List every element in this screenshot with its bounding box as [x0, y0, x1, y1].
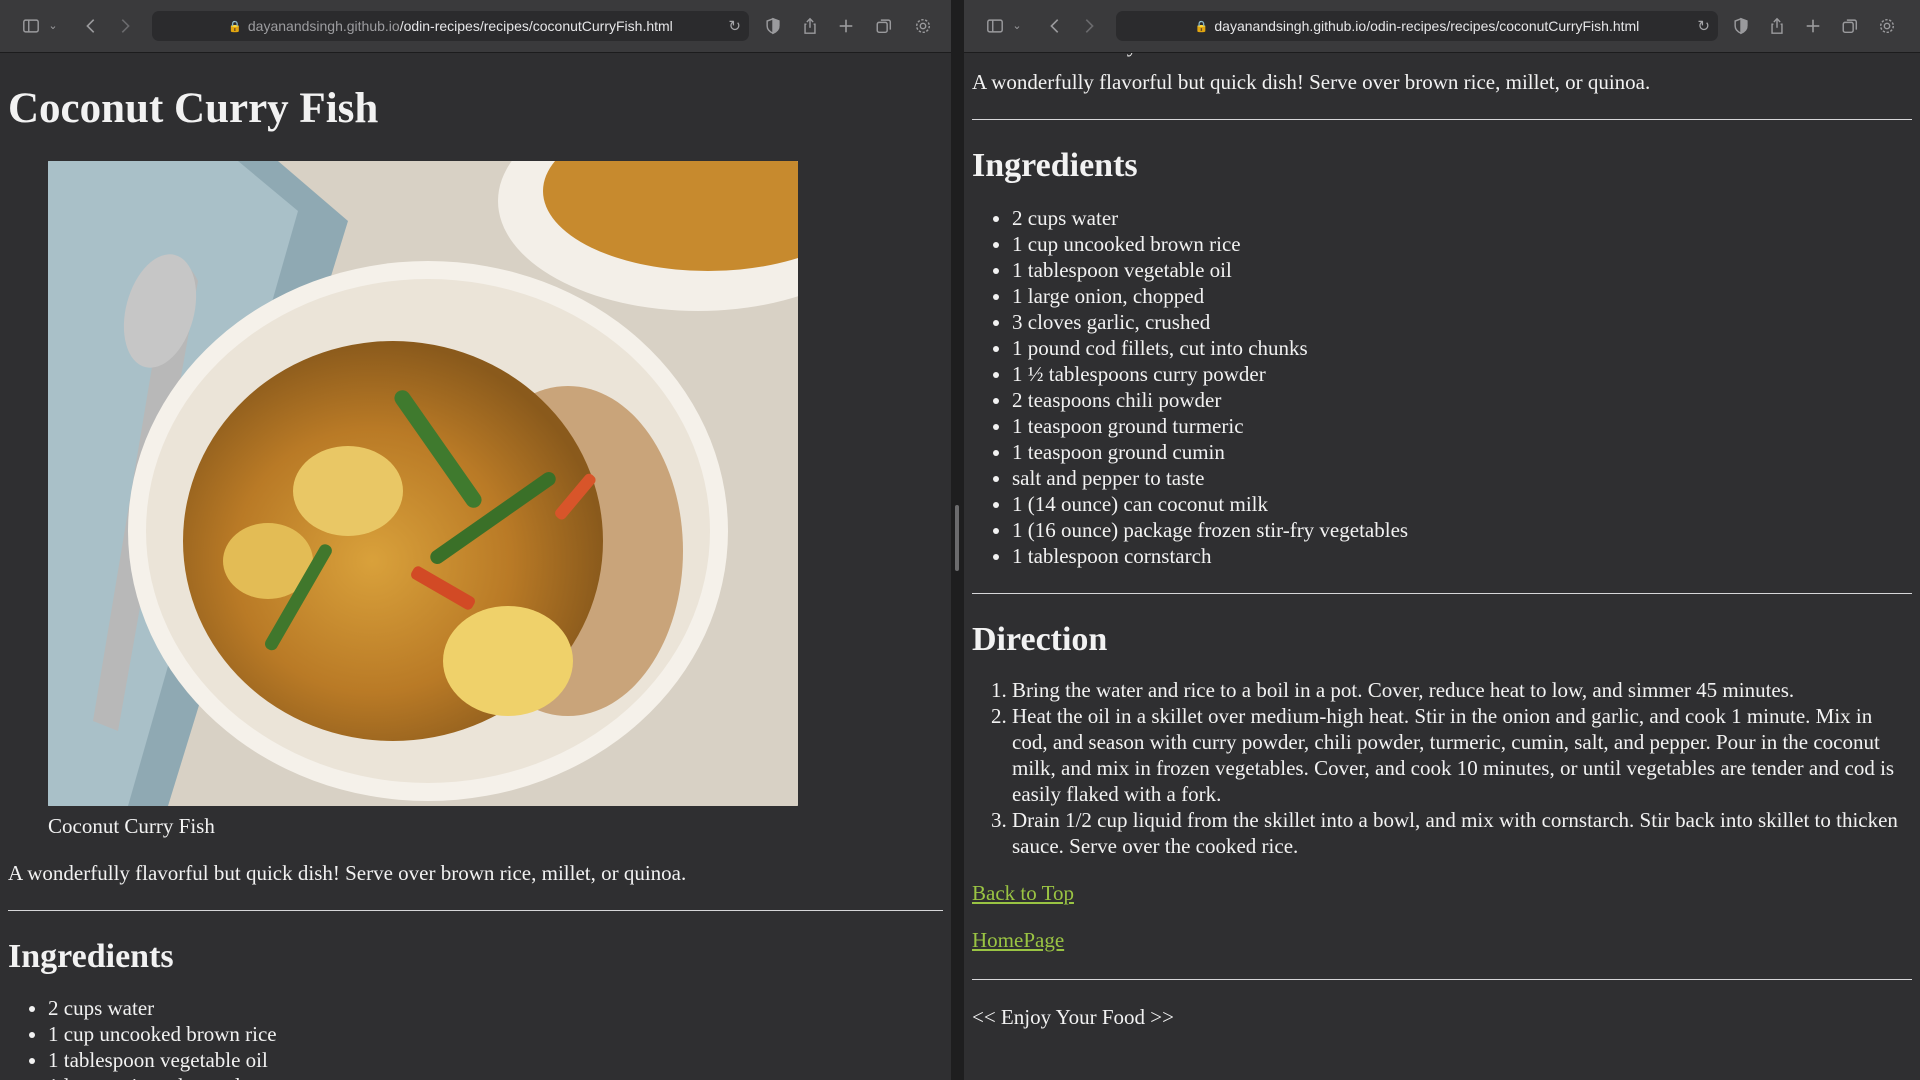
divider [972, 592, 1912, 594]
footer-text: << Enjoy Your Food >> [972, 1004, 1174, 1029]
reload-icon[interactable]: ↻ [1697, 17, 1710, 35]
list-item: 2 cups water [48, 995, 943, 1021]
browser-window-left: ⌄ 🔒 dayanandsingh.github.io/odin-recipes… [0, 0, 951, 1080]
lock-icon: 🔒 [1194, 20, 1209, 33]
ingredients-heading: Ingredients [8, 937, 174, 975]
divider [972, 119, 1912, 120]
back-to-top-link[interactable]: Back to Top [972, 881, 1912, 906]
tabs-overview-icon[interactable] [871, 13, 897, 39]
url-path: /odin-recipes/recipes/coconutCurryFish.h… [1366, 18, 1640, 34]
page-content: Coconut Curry Fish A wonderfully flavorf… [964, 53, 1920, 1080]
shield-icon[interactable] [1728, 13, 1754, 39]
browser-toolbar: ⌄ 🔒 dayanandsingh.github.io/odin-recipes… [964, 0, 1920, 53]
lock-icon: 🔒 [228, 20, 242, 33]
list-item: 3 cloves garlic, crushed [1012, 309, 1912, 335]
list-item: Heat the oil in a skillet over medium-hi… [1012, 703, 1912, 807]
back-icon[interactable] [78, 13, 104, 39]
list-item: 1 (16 ounce) package frozen stir-fry veg… [1012, 517, 1912, 543]
gear-icon[interactable] [910, 13, 936, 39]
list-item: Drain 1/2 cup liquid from the skillet in… [1012, 807, 1912, 859]
browser-toolbar: ⌄ 🔒 dayanandsingh.github.io/odin-recipes… [0, 0, 951, 53]
address-bar[interactable]: 🔒 dayanandsingh.github.io/odin-recipes/r… [152, 11, 749, 41]
list-item: 1 ½ tablespoons curry powder [1012, 361, 1912, 387]
gear-icon[interactable] [1874, 13, 1900, 39]
list-item: 1 cup uncooked brown rice [1012, 231, 1912, 257]
image-caption: Coconut Curry Fish [48, 813, 215, 838]
list-item: salt and pepper to taste [1012, 465, 1912, 491]
sidebar-icon[interactable] [982, 13, 1008, 39]
list-item: 1 large onion, chopped [1012, 283, 1912, 309]
recipe-figure: Coconut Curry Fish [48, 160, 943, 839]
url-domain: dayanandsingh.github.io [247, 18, 400, 34]
direction-heading: Direction [972, 620, 1108, 658]
list-item: 2 teaspoons chili powder [1012, 387, 1912, 413]
shield-icon[interactable] [760, 13, 786, 39]
list-item: 1 teaspoon ground cumin [1012, 439, 1912, 465]
page-title: Coconut Curry Fish [8, 85, 379, 132]
divider [8, 909, 943, 911]
ingredients-list: 2 cups water 1 cup uncooked brown rice 1… [8, 995, 943, 1080]
address-bar[interactable]: 🔒 dayanandsingh.github.io/odin-recipes/r… [1116, 11, 1718, 41]
list-item: 1 teaspoon ground turmeric [1012, 413, 1912, 439]
page-content: Coconut Curry Fish Coconut Curry Fish A … [0, 53, 951, 1080]
ingredients-heading: Ingredients [972, 147, 1138, 184]
new-tab-icon[interactable] [1800, 13, 1826, 39]
split-view-handle[interactable] [955, 505, 959, 571]
ingredients-list: 2 cups water 1 cup uncooked brown rice 1… [972, 205, 1912, 569]
url-domain: dayanandsingh.github.io [1214, 18, 1367, 34]
browser-window-right: ⌄ 🔒 dayanandsingh.github.io/odin-recipes… [964, 0, 1920, 1080]
list-item: 1 pound cod fillets, cut into chunks [1012, 335, 1912, 361]
list-item: 1 tablespoon cornstarch [1012, 543, 1912, 569]
tabs-overview-icon[interactable] [1837, 13, 1863, 39]
directions-list: Bring the water and rice to a boil in a … [972, 677, 1912, 859]
list-item: 1 (14 ounce) can coconut milk [1012, 491, 1912, 517]
homepage-link[interactable]: HomePage [972, 928, 1912, 953]
list-item: Bring the water and rice to a boil in a … [1012, 677, 1912, 703]
share-icon[interactable] [797, 13, 823, 39]
divider [972, 978, 1912, 980]
intro-text: A wonderfully flavorful but quick dish! … [8, 860, 687, 885]
new-tab-icon[interactable] [833, 13, 859, 39]
list-item: 2 cups water [1012, 205, 1912, 231]
list-item: 1 large onion, chopped [48, 1073, 943, 1080]
list-item: 1 tablespoon vegetable oil [1012, 257, 1912, 283]
url-path: /odin-recipes/recipes/coconutCurryFish.h… [399, 18, 673, 34]
sidebar-icon[interactable] [18, 13, 44, 39]
forward-icon[interactable] [112, 13, 138, 39]
image-caption: Coconut Curry Fish [1012, 53, 1912, 58]
dish-image [48, 160, 798, 806]
chevron-down-icon[interactable]: ⌄ [46, 13, 60, 39]
forward-icon[interactable] [1076, 13, 1102, 39]
reload-icon[interactable]: ↻ [728, 17, 741, 35]
list-item: 1 cup uncooked brown rice [48, 1021, 943, 1047]
share-icon[interactable] [1764, 13, 1790, 39]
chevron-down-icon[interactable]: ⌄ [1010, 13, 1024, 39]
list-item: 1 tablespoon vegetable oil [48, 1047, 943, 1073]
back-icon[interactable] [1042, 13, 1068, 39]
intro-text: A wonderfully flavorful but quick dish! … [972, 70, 1651, 94]
